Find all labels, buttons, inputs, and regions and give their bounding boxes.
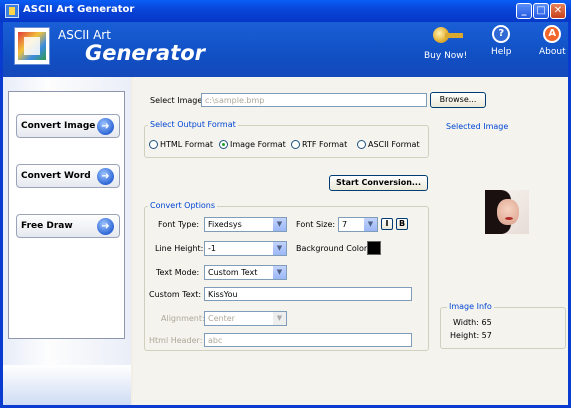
radio-html-format[interactable]: HTML Format: [149, 140, 213, 149]
help-label: Help: [491, 47, 512, 57]
radio-ascii-format[interactable]: ASCII Format: [357, 140, 420, 149]
convert-options-group: Convert Options Font Type: Fixedsys ▼ Fon…: [144, 201, 429, 351]
radio-dot: [291, 140, 300, 149]
arrow-right-icon: ➜: [97, 218, 114, 235]
app-name-line1: ASCII Art: [58, 28, 111, 42]
background-color-label: Background Color:: [296, 244, 370, 253]
radio-image-format[interactable]: Image Format: [219, 140, 286, 149]
radio-dot-selected: [219, 140, 228, 149]
image-info-group: Image Info Width: 65 Height: 57: [440, 302, 566, 349]
text-mode-label: Text Mode:: [156, 268, 200, 277]
app-logo: [14, 27, 50, 65]
font-type-label: Font Type:: [158, 220, 200, 229]
font-type-value: Fixedsys: [208, 220, 242, 229]
app-header: ASCII Art Generator Buy Now! ? Help A Ab…: [3, 22, 568, 77]
chevron-down-icon: ▼: [363, 218, 377, 231]
buy-now-label: Buy Now!: [424, 51, 468, 61]
text-mode-value: Custom Text: [208, 268, 258, 277]
app-icon: [5, 4, 19, 18]
chevron-down-icon: ▼: [272, 266, 286, 279]
html-header-field[interactable]: abc: [204, 333, 412, 347]
start-conversion-button[interactable]: Start Conversion...: [329, 175, 428, 191]
app-name-line2: Generator: [85, 41, 206, 65]
arrow-right-icon: ➜: [97, 168, 114, 185]
sidebar-item-label: Convert Word: [21, 171, 91, 181]
radio-dot: [357, 140, 366, 149]
line-height-value: -1: [208, 244, 216, 253]
line-height-select[interactable]: -1 ▼: [204, 241, 287, 256]
title-bar[interactable]: ASCII Art Generator _ □ ✕: [0, 0, 571, 22]
custom-text-label: Custom Text:: [149, 290, 202, 299]
close-button[interactable]: ✕: [550, 3, 566, 19]
sidebar-item-free-draw[interactable]: Free Draw ➜: [16, 214, 120, 238]
html-header-label: Html Header:: [149, 336, 203, 345]
radio-label: RTF Format: [302, 140, 348, 149]
convert-options-title: Convert Options: [148, 201, 218, 210]
maximize-button[interactable]: □: [533, 3, 549, 19]
about-icon: A: [543, 25, 562, 43]
font-type-select[interactable]: Fixedsys ▼: [204, 217, 287, 232]
font-size-value: 7: [342, 220, 348, 229]
chevron-down-icon: ▼: [272, 312, 286, 325]
browse-button[interactable]: Browse...: [430, 92, 486, 108]
font-size-label: Font Size:: [296, 220, 336, 229]
background-color-swatch[interactable]: [367, 241, 381, 255]
window-title: ASCII Art Generator: [23, 4, 135, 15]
alignment-label: Alignment:: [161, 314, 205, 323]
minimize-button[interactable]: _: [516, 3, 532, 19]
selected-image-title: Selected Image: [444, 122, 511, 131]
alignment-select[interactable]: Center ▼: [204, 311, 287, 326]
chevron-down-icon: ▼: [272, 242, 286, 255]
help-icon: ?: [492, 25, 511, 43]
alignment-value: Center: [208, 314, 235, 323]
sidebar: Convert Image ➜ Convert Word ➜ Free Draw…: [3, 77, 131, 405]
output-format-title: Select Output Format: [148, 120, 238, 129]
image-path-field[interactable]: c:\sample.bmp: [201, 93, 427, 107]
radio-label: HTML Format: [160, 140, 213, 149]
image-width-text: Width: 65: [453, 318, 492, 327]
help-button[interactable]: ? Help: [491, 25, 512, 57]
sidebar-panel: Convert Image ➜ Convert Word ➜ Free Draw…: [8, 91, 125, 339]
selected-image-preview: [485, 190, 529, 234]
output-format-group: Select Output Format HTML Format Image F…: [144, 120, 429, 158]
arrow-right-icon: ➜: [97, 118, 114, 135]
about-button[interactable]: A About: [539, 25, 566, 57]
app-window: ASCII Art Generator _ □ ✕ ASCII Art Gene…: [0, 0, 571, 408]
main-panel: Select Image: c:\sample.bmp Browse... Se…: [133, 77, 568, 405]
key-icon: [432, 25, 463, 47]
chevron-down-icon: ▼: [272, 218, 286, 231]
buy-now-button[interactable]: Buy Now!: [424, 25, 467, 61]
text-mode-select[interactable]: Custom Text ▼: [204, 265, 287, 280]
line-height-label: Line Height:: [155, 244, 204, 253]
image-info-title: Image Info: [447, 302, 494, 311]
about-label: About: [539, 47, 566, 57]
radio-label: Image Format: [230, 140, 286, 149]
radio-dot: [149, 140, 158, 149]
sidebar-item-convert-word[interactable]: Convert Word ➜: [16, 164, 120, 188]
sidebar-item-convert-image[interactable]: Convert Image ➜: [16, 114, 120, 138]
sidebar-footer: [3, 365, 131, 405]
select-image-label: Select Image:: [150, 96, 205, 105]
bold-button[interactable]: B: [396, 218, 408, 230]
image-height-text: Height: 57: [450, 331, 492, 340]
font-size-select[interactable]: 7 ▼: [338, 217, 378, 232]
sidebar-item-label: Free Draw: [21, 221, 73, 231]
sidebar-item-label: Convert Image: [21, 121, 96, 131]
custom-text-field[interactable]: KissYou: [204, 287, 412, 301]
radio-label: ASCII Format: [368, 140, 420, 149]
italic-button[interactable]: I: [381, 218, 393, 230]
radio-rtf-format[interactable]: RTF Format: [291, 140, 347, 149]
